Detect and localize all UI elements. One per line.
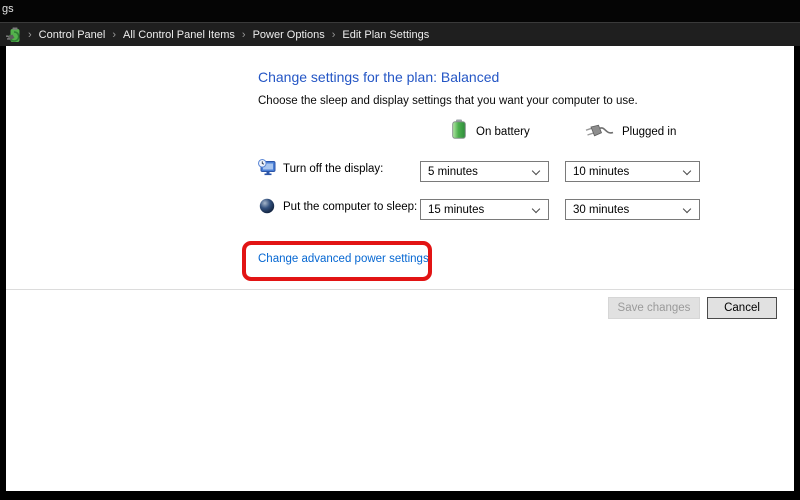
breadcrumb-separator: › <box>28 28 32 41</box>
window-title-fragment: gs <box>2 3 14 15</box>
page-title: Change settings for the plan: Balanced <box>258 69 500 85</box>
put-computer-to-sleep-label: Put the computer to sleep: <box>283 201 418 213</box>
display-on-battery-select[interactable]: 5 minutes <box>420 161 549 182</box>
content-divider <box>6 289 794 290</box>
sleep-on-battery-value: 15 minutes <box>428 203 485 216</box>
edit-plan-settings-window: gs › Control Panel › All Control Panel I… <box>0 0 800 500</box>
breadcrumb: › Control Panel › All Control Panel Item… <box>0 22 800 46</box>
chevron-down-icon <box>531 204 541 214</box>
turn-off-display-label: Turn off the display: <box>283 163 384 175</box>
breadcrumb-item-power-options[interactable]: Power Options <box>249 29 329 41</box>
plugged-in-column-header: Plugged in <box>622 126 677 138</box>
breadcrumb-item-edit-plan-settings[interactable]: Edit Plan Settings <box>338 29 433 41</box>
chevron-down-icon <box>682 166 692 176</box>
display-timeout-icon <box>258 159 276 181</box>
power-options-icon <box>6 26 23 43</box>
display-on-battery-value: 5 minutes <box>428 165 478 178</box>
chevron-down-icon <box>531 166 541 176</box>
cancel-button[interactable]: Cancel <box>707 297 777 319</box>
display-plugged-in-select[interactable]: 10 minutes <box>565 161 700 182</box>
sleep-on-battery-select[interactable]: 15 minutes <box>420 199 549 220</box>
breadcrumb-separator: › <box>112 28 116 41</box>
page-subtitle: Choose the sleep and display settings th… <box>258 95 638 107</box>
battery-icon <box>452 119 466 144</box>
main-content: Change settings for the plan: Balanced C… <box>6 46 794 491</box>
breadcrumb-separator: › <box>331 28 336 41</box>
breadcrumb-item-control-panel[interactable]: Control Panel <box>35 29 110 41</box>
breadcrumb-separator: › <box>241 28 246 41</box>
sleep-icon <box>259 198 275 219</box>
change-advanced-power-settings-link[interactable]: Change advanced power settings <box>258 253 429 265</box>
chevron-down-icon <box>682 204 692 214</box>
window-titlebar: gs <box>0 0 800 22</box>
save-changes-button[interactable]: Save changes <box>608 297 700 319</box>
sleep-plugged-in-select[interactable]: 30 minutes <box>565 199 700 220</box>
plug-icon <box>584 124 614 146</box>
display-plugged-in-value: 10 minutes <box>573 165 630 178</box>
breadcrumb-item-all-control-panel-items[interactable]: All Control Panel Items <box>119 29 239 41</box>
on-battery-column-header: On battery <box>476 126 530 138</box>
sleep-plugged-in-value: 30 minutes <box>573 203 630 216</box>
